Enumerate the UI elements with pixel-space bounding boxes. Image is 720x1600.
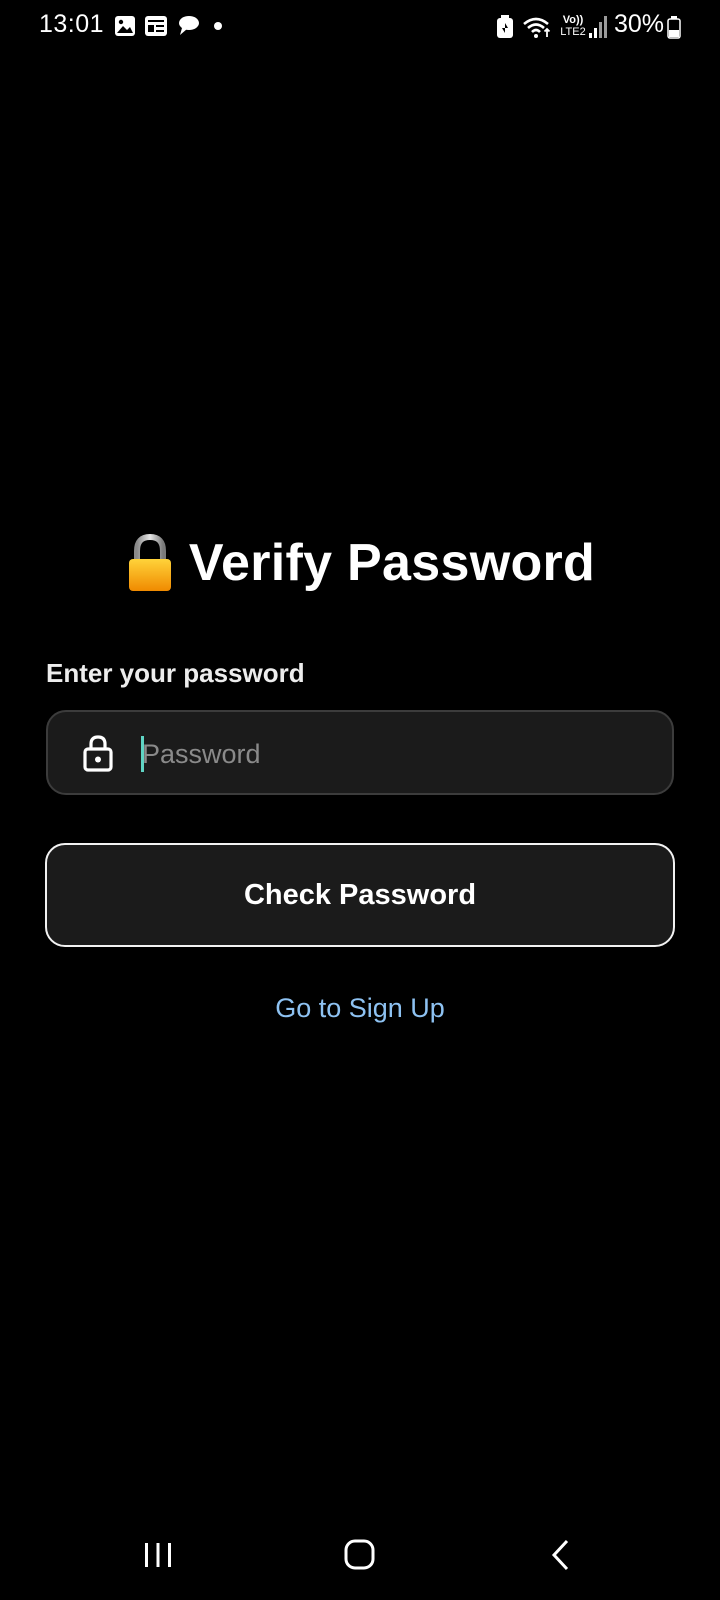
signal-icon	[589, 16, 607, 38]
battery-saver-icon	[497, 15, 513, 38]
status-bar: 13:01 Vo)) LTE2 30%	[0, 0, 720, 54]
title-row: Verify Password	[0, 528, 720, 598]
check-password-button-label: Check Password	[243, 878, 477, 911]
battery-percent: 30%	[614, 10, 665, 38]
battery-icon	[667, 16, 681, 39]
volte-lte-icon: Vo)) LTE2	[555, 15, 591, 39]
home-icon[interactable]	[330, 1530, 390, 1580]
check-password-button[interactable]: Check Password	[45, 843, 675, 947]
volte-label: Vo))	[562, 14, 584, 26]
navigation-bar	[0, 1510, 720, 1600]
status-time: 13:01	[39, 10, 105, 38]
padlock-emoji-icon	[128, 533, 171, 591]
wifi-icon	[523, 17, 551, 38]
password-input[interactable]	[142, 732, 642, 776]
more-dot-icon	[214, 22, 222, 30]
chat-bubbles-icon	[179, 16, 199, 35]
recent-apps-icon[interactable]	[128, 1530, 188, 1580]
lock-icon	[83, 735, 113, 772]
password-field-label: Enter your password	[46, 658, 305, 688]
back-icon[interactable]	[533, 1530, 593, 1580]
lte-label: LTE2	[560, 26, 586, 38]
news-icon	[145, 16, 167, 36]
page-title: Verify Password	[188, 534, 596, 592]
go-to-sign-up-link[interactable]: Go to Sign Up	[0, 993, 720, 1024]
gallery-icon	[115, 16, 135, 36]
password-field[interactable]	[46, 710, 674, 795]
